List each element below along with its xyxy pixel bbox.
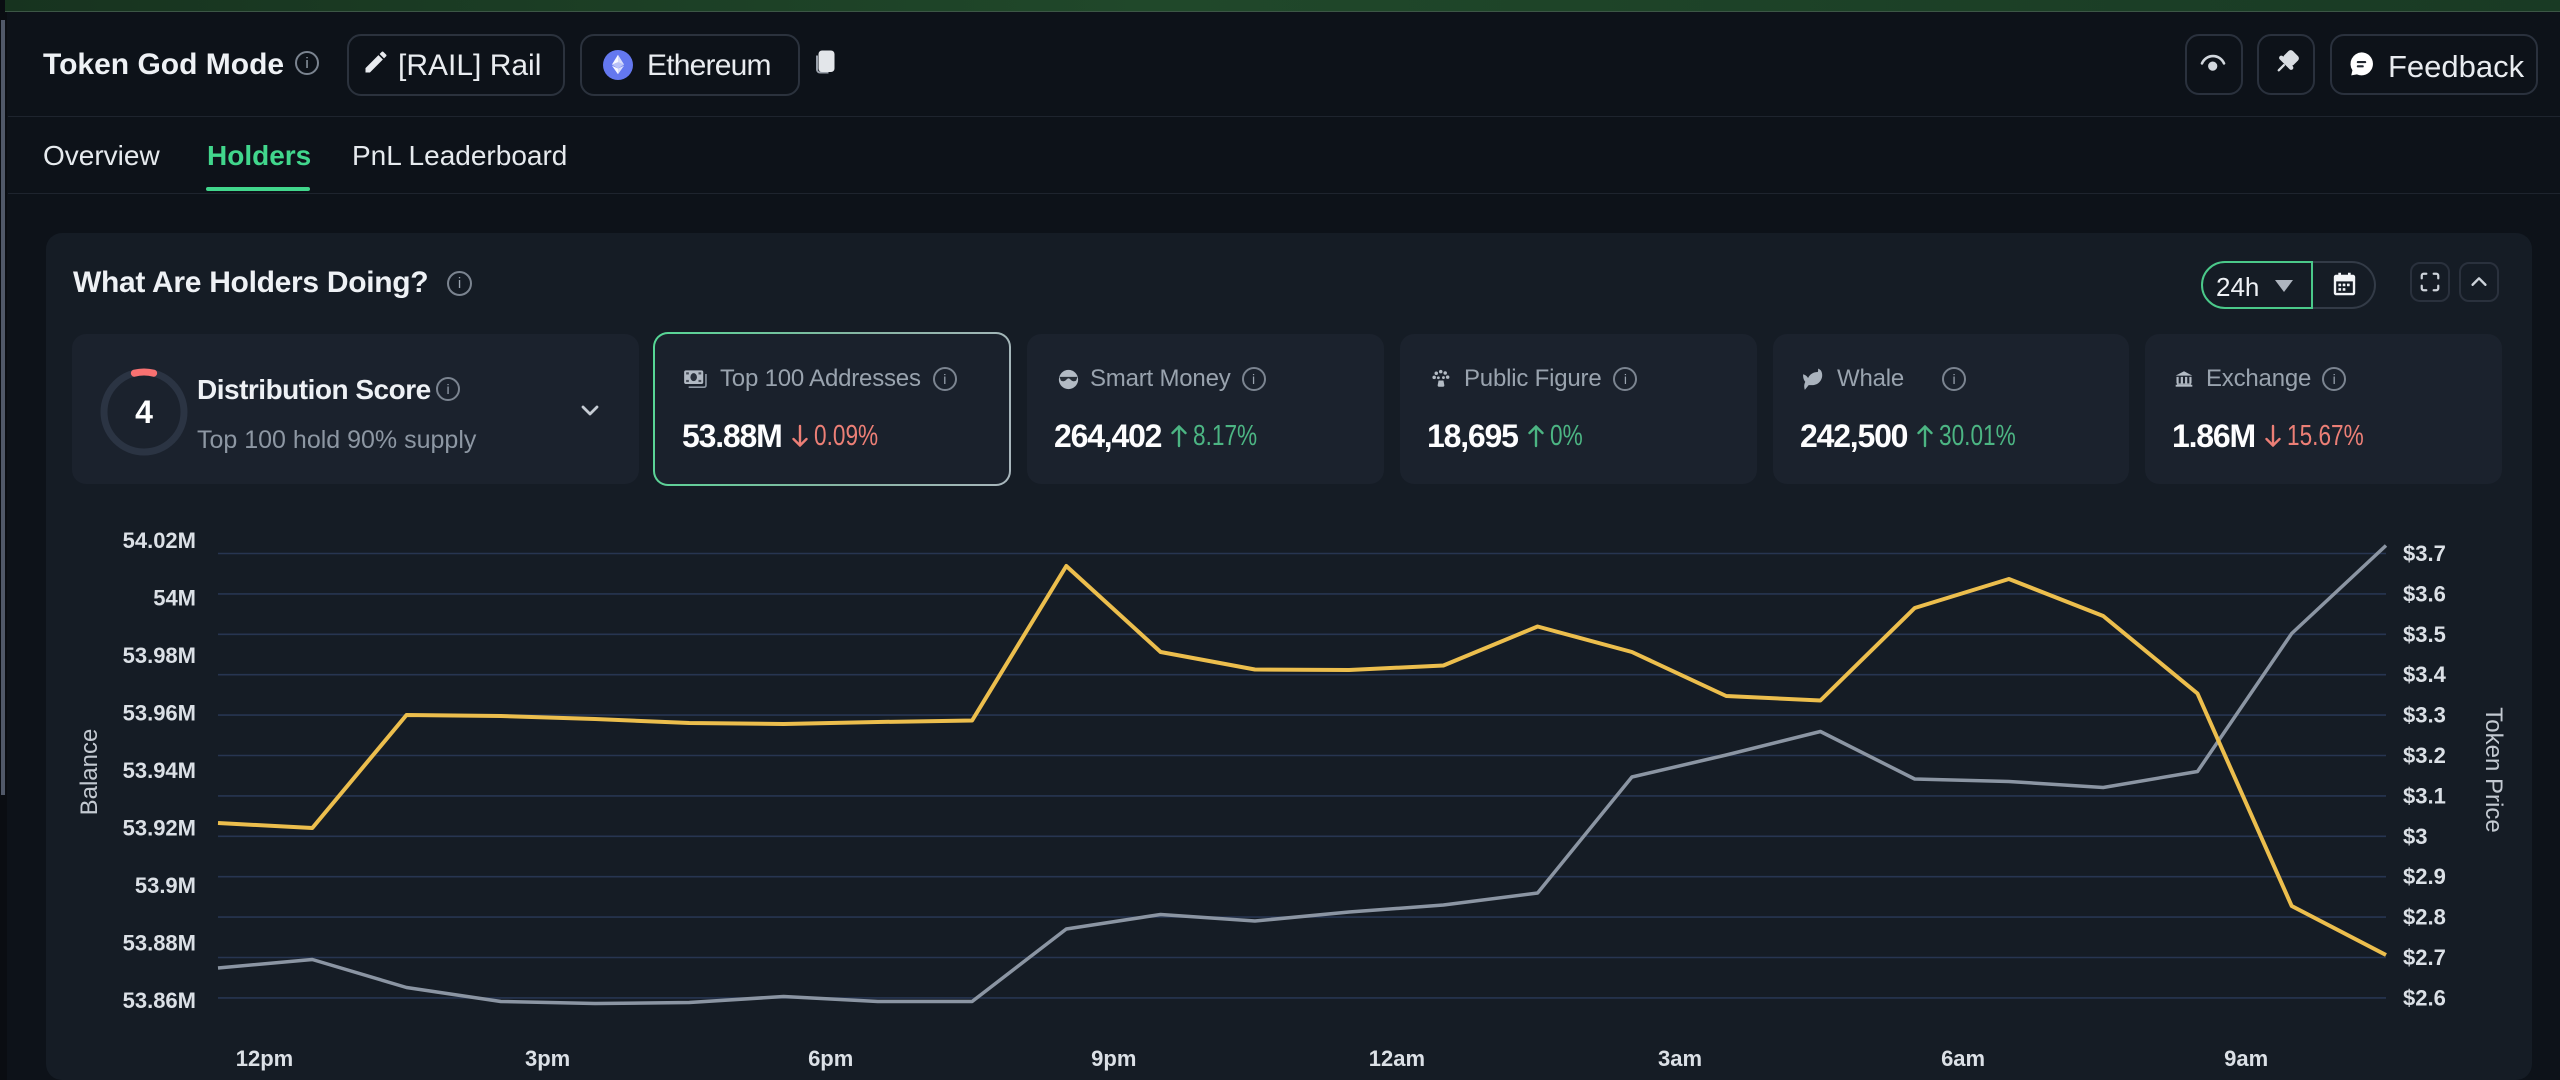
- svg-text:6pm: 6pm: [808, 1046, 853, 1071]
- svg-text:Balance: Balance: [76, 729, 103, 816]
- svg-text:Token Price: Token Price: [2480, 707, 2507, 832]
- svg-text:54M: 54M: [153, 586, 196, 611]
- svg-text:$3.2: $3.2: [2403, 743, 2446, 768]
- svg-text:$3.5: $3.5: [2403, 622, 2446, 647]
- svg-text:9am: 9am: [2224, 1046, 2268, 1071]
- svg-text:6am: 6am: [1941, 1046, 1985, 1071]
- svg-text:53.86M: 53.86M: [123, 988, 196, 1013]
- svg-text:$2.6: $2.6: [2403, 985, 2446, 1010]
- svg-text:53.88M: 53.88M: [123, 931, 196, 956]
- svg-text:12am: 12am: [1369, 1046, 1425, 1071]
- svg-text:53.96M: 53.96M: [123, 701, 196, 726]
- svg-text:54.02M: 54.02M: [123, 528, 196, 553]
- svg-text:3am: 3am: [1658, 1046, 1702, 1071]
- svg-text:$2.7: $2.7: [2403, 945, 2446, 970]
- svg-text:12pm: 12pm: [236, 1046, 293, 1071]
- svg-text:53.92M: 53.92M: [123, 816, 196, 841]
- svg-text:$3.6: $3.6: [2403, 581, 2446, 606]
- svg-text:$3: $3: [2403, 824, 2427, 849]
- svg-text:9pm: 9pm: [1091, 1046, 1136, 1071]
- svg-text:$2.8: $2.8: [2403, 905, 2446, 930]
- svg-text:$3.4: $3.4: [2403, 662, 2447, 687]
- svg-text:53.9M: 53.9M: [135, 873, 196, 898]
- svg-text:53.94M: 53.94M: [123, 758, 196, 783]
- svg-text:53.98M: 53.98M: [123, 643, 196, 668]
- svg-text:$3.3: $3.3: [2403, 703, 2446, 728]
- svg-text:$3.1: $3.1: [2403, 783, 2446, 808]
- svg-text:3pm: 3pm: [525, 1046, 570, 1071]
- svg-text:$3.7: $3.7: [2403, 541, 2446, 566]
- svg-text:$2.9: $2.9: [2403, 864, 2446, 889]
